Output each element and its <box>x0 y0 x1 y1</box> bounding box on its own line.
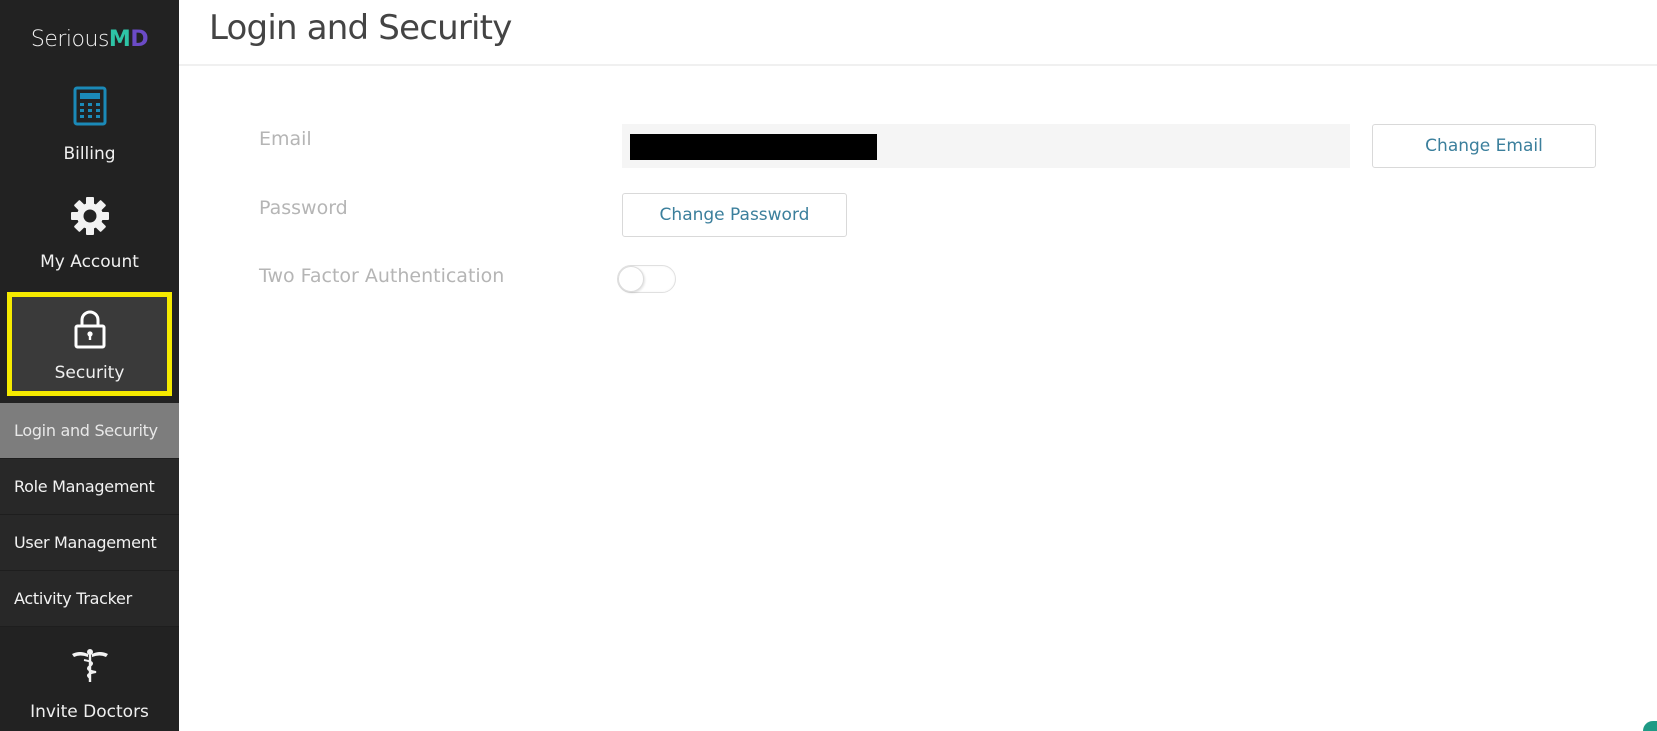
sidebar-item-label: My Account <box>40 252 139 272</box>
page-header: Login and Security <box>179 0 1657 66</box>
email-field[interactable] <box>622 124 1350 168</box>
sidebar-item-label: Security <box>54 363 125 383</box>
two-factor-toggle[interactable] <box>617 265 676 293</box>
sidebar-item-label: Billing <box>63 144 116 164</box>
page-title: Login and Security <box>209 8 512 48</box>
email-value-redacted <box>630 134 877 160</box>
app-root: Serious M D Billing My Account Security … <box>0 0 1657 731</box>
main-content: Login and Security Email Change Email Pa… <box>179 0 1657 731</box>
change-password-button[interactable]: Change Password <box>622 193 847 237</box>
sidebar: Serious M D Billing My Account Security … <box>0 0 179 731</box>
lock-icon <box>73 309 107 353</box>
change-email-button[interactable]: Change Email <box>1372 124 1596 168</box>
subnav-item-activity-tracker[interactable]: Activity Tracker <box>0 571 179 627</box>
subnav-item-login-and-security[interactable]: Login and Security <box>0 403 179 459</box>
logo-text-d: D <box>130 26 149 52</box>
sidebar-item-billing[interactable]: Billing <box>0 82 179 182</box>
sidebar-item-my-account[interactable]: My Account <box>0 192 179 290</box>
two-factor-label: Two Factor Authentication <box>259 265 505 287</box>
help-widget-corner[interactable] <box>1643 721 1657 731</box>
password-label: Password <box>259 197 348 219</box>
email-label: Email <box>259 128 312 150</box>
subnav-item-user-management[interactable]: User Management <box>0 515 179 571</box>
sidebar-item-label: Invite Doctors <box>30 702 149 722</box>
sidebar-item-invite-doctors[interactable]: Invite Doctors <box>0 640 179 731</box>
gear-icon <box>70 196 110 240</box>
security-subnav: Login and Security Role Management User … <box>0 403 179 627</box>
toggle-knob <box>618 266 644 292</box>
logo-text-m: M <box>108 26 131 52</box>
logo-text-main: Serious <box>30 26 110 52</box>
calculator-icon <box>73 86 107 130</box>
caduceus-icon <box>70 648 110 688</box>
subnav-item-role-management[interactable]: Role Management <box>0 459 179 515</box>
sidebar-item-security[interactable]: Security <box>7 292 172 396</box>
logo[interactable]: Serious M D <box>0 0 179 78</box>
